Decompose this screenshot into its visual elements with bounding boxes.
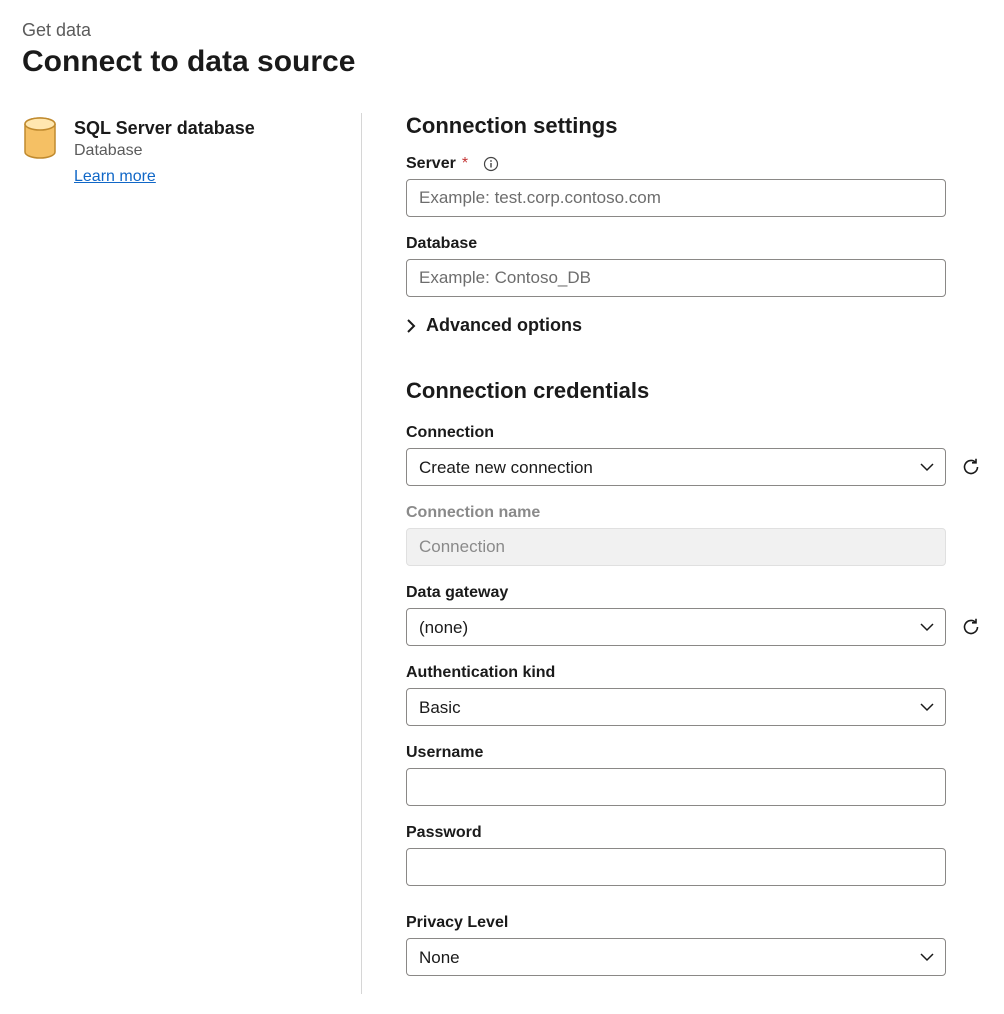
server-input[interactable] bbox=[406, 179, 946, 217]
username-field-block: Username bbox=[406, 744, 982, 806]
username-input[interactable] bbox=[406, 768, 946, 806]
privacy-level-label-text: Privacy Level bbox=[406, 914, 508, 932]
info-icon[interactable] bbox=[482, 155, 500, 173]
privacy-level-field-block: Privacy Level None bbox=[406, 914, 982, 976]
auth-kind-field-block: Authentication kind Basic bbox=[406, 664, 982, 726]
breadcrumb: Get data bbox=[22, 20, 982, 41]
chevron-right-icon bbox=[406, 319, 416, 333]
auth-kind-select[interactable]: Basic bbox=[406, 688, 946, 726]
server-label-text: Server bbox=[406, 155, 456, 173]
privacy-level-select[interactable]: None bbox=[406, 938, 946, 976]
advanced-options-toggle[interactable]: Advanced options bbox=[406, 315, 982, 336]
privacy-level-label: Privacy Level bbox=[406, 914, 982, 932]
password-label-text: Password bbox=[406, 824, 482, 842]
required-asterisk: * bbox=[462, 155, 468, 173]
connection-settings-heading: Connection settings bbox=[406, 113, 982, 139]
auth-kind-label: Authentication kind bbox=[406, 664, 982, 682]
connection-name-label: Connection name bbox=[406, 504, 982, 522]
database-field-block: Database bbox=[406, 235, 982, 297]
database-icon bbox=[22, 117, 58, 161]
source-card: SQL Server database Database Learn more bbox=[22, 117, 361, 186]
server-field-block: Server * bbox=[406, 155, 982, 217]
server-label: Server * bbox=[406, 155, 982, 173]
connection-select[interactable]: Create new connection bbox=[406, 448, 946, 486]
connection-field-block: Connection Create new connection bbox=[406, 424, 982, 486]
database-label-text: Database bbox=[406, 235, 477, 253]
source-title: SQL Server database bbox=[74, 117, 255, 140]
source-subtitle: Database bbox=[74, 142, 255, 160]
right-pane: Connection settings Server * Database bbox=[362, 113, 982, 994]
password-field-block: Password bbox=[406, 824, 982, 886]
connection-label-text: Connection bbox=[406, 424, 494, 442]
database-input[interactable] bbox=[406, 259, 946, 297]
data-gateway-label-text: Data gateway bbox=[406, 584, 508, 602]
refresh-icon bbox=[961, 457, 981, 477]
refresh-connection-button[interactable] bbox=[960, 456, 982, 478]
connection-name-input bbox=[406, 528, 946, 566]
refresh-icon bbox=[961, 617, 981, 637]
refresh-gateway-button[interactable] bbox=[960, 616, 982, 638]
connection-credentials-section: Connection credentials Connection Create… bbox=[406, 378, 982, 976]
data-gateway-field-block: Data gateway (none) bbox=[406, 584, 982, 646]
connection-name-label-text: Connection name bbox=[406, 504, 540, 522]
connection-credentials-heading: Connection credentials bbox=[406, 378, 982, 404]
password-label: Password bbox=[406, 824, 982, 842]
database-label: Database bbox=[406, 235, 982, 253]
auth-kind-label-text: Authentication kind bbox=[406, 664, 555, 682]
learn-more-link[interactable]: Learn more bbox=[74, 168, 156, 186]
connection-name-field-block: Connection name bbox=[406, 504, 982, 566]
left-pane: SQL Server database Database Learn more bbox=[22, 113, 362, 994]
data-gateway-select[interactable]: (none) bbox=[406, 608, 946, 646]
connection-label: Connection bbox=[406, 424, 982, 442]
page-title: Connect to data source bbox=[22, 45, 982, 79]
advanced-options-label: Advanced options bbox=[426, 315, 582, 336]
data-gateway-label: Data gateway bbox=[406, 584, 982, 602]
username-label-text: Username bbox=[406, 744, 483, 762]
username-label: Username bbox=[406, 744, 982, 762]
password-input[interactable] bbox=[406, 848, 946, 886]
